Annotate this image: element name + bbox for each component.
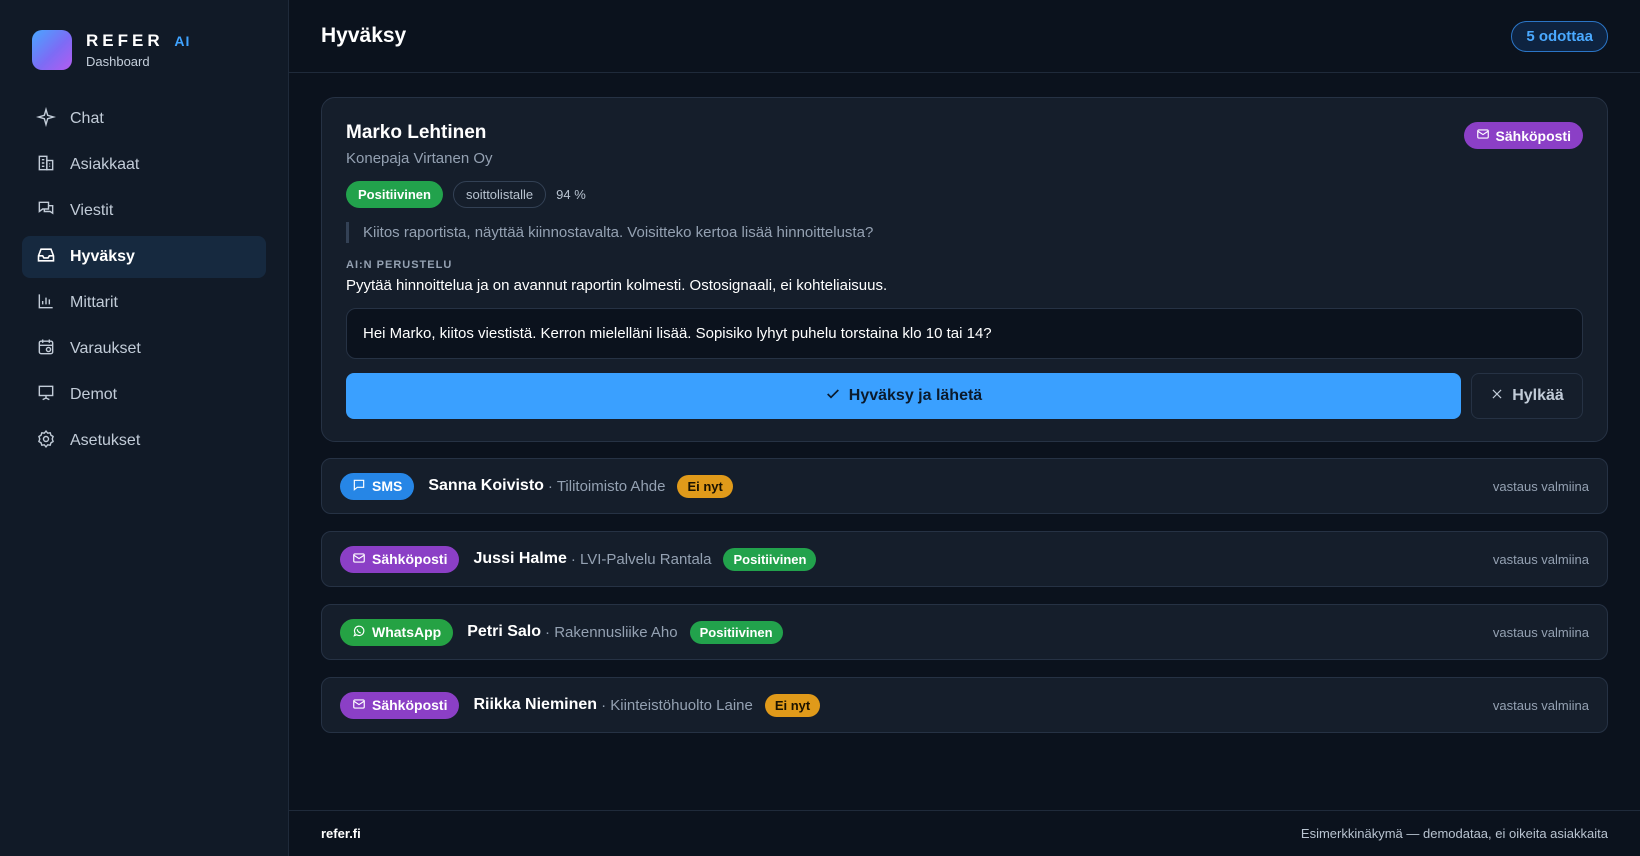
sidebar-item-viestit[interactable]: Viestit xyxy=(22,190,266,232)
brand[interactable]: REFER AI Dashboard xyxy=(22,30,266,70)
incoming-message: Kiitos raportista, näyttää kiinnostavalt… xyxy=(346,222,1583,243)
row-status: vastaus valmiina xyxy=(1492,697,1589,713)
mail-icon xyxy=(352,697,366,714)
chat-bubble-icon xyxy=(352,478,366,495)
brand-logo xyxy=(32,30,72,70)
whatsapp-icon xyxy=(352,624,366,641)
contact-name: Sanna Koivisto xyxy=(428,477,544,494)
bar-chart-icon xyxy=(36,291,56,316)
sentiment-badge: Positiivinen xyxy=(723,547,817,571)
page-title: Hyväksy xyxy=(321,24,407,47)
queue-row[interactable]: Sähköposti Riikka Nieminen · Kiinteistöh… xyxy=(321,677,1608,733)
category-tag: soittolistalle xyxy=(452,181,547,208)
sidebar: REFER AI Dashboard Chat Asiakkaat Viesti… xyxy=(0,0,289,856)
contact-name: Marko Lehtinen xyxy=(346,122,487,143)
channel-badge: Sähköposti xyxy=(340,545,460,573)
sidebar-item-asiakkaat[interactable]: Asiakkaat xyxy=(22,144,266,186)
row-status: vastaus valmiina xyxy=(1492,551,1589,567)
close-icon xyxy=(1490,387,1504,406)
reason-text: Pyytää hinnoittelua ja on avannut raport… xyxy=(346,277,888,294)
sidebar-item-mittarit[interactable]: Mittarit xyxy=(22,282,266,324)
contact-name: Petri Salo xyxy=(467,623,542,640)
contact-name: Riikka Nieminen xyxy=(473,696,598,713)
approve-send-button[interactable]: Hyväksy ja lähetä xyxy=(346,373,1461,419)
sidebar-item-hyvaksy[interactable]: Hyväksy xyxy=(22,236,266,278)
reject-button[interactable]: Hylkää xyxy=(1471,373,1583,419)
contact-company: · Rakennusliike Aho xyxy=(545,623,678,641)
contact-name: Jussi Halme xyxy=(473,550,567,567)
confidence-score: 94 % xyxy=(556,187,586,202)
content: Marko Lehtinen Konepaja Virtanen Oy Sähk… xyxy=(289,73,1640,810)
sidebar-item-varaukset[interactable]: Varaukset xyxy=(22,328,266,370)
channel-badge: WhatsApp xyxy=(340,618,454,646)
contact-company: · Kiinteistöhuolto Laine xyxy=(601,696,753,714)
sentiment-badge: Positiivinen xyxy=(346,181,443,208)
featured-card: Marko Lehtinen Konepaja Virtanen Oy Sähk… xyxy=(321,97,1608,442)
channel-badge: Sähköposti xyxy=(340,691,460,719)
inbox-icon xyxy=(36,245,56,270)
messages-icon xyxy=(36,199,56,224)
sidebar-item-chat[interactable]: Chat xyxy=(22,98,266,140)
brand-name: REFER AI xyxy=(86,31,191,50)
footer-note: Esimerkkinäkymä — demodataa, ei oikeita … xyxy=(1300,826,1608,841)
sidebar-item-asetukset[interactable]: Asetukset xyxy=(22,420,266,462)
queue-row[interactable]: SMS Sanna Koivisto · Tilitoimisto Ahde E… xyxy=(321,458,1608,514)
reply-draft[interactable]: Hei Marko, kiitos viestistä. Kerron miel… xyxy=(346,308,1583,359)
channel-badge: Sähköposti xyxy=(1463,122,1583,149)
calendar-icon xyxy=(36,337,56,362)
tags: Positiivinen soittolistalle 94 % xyxy=(346,181,1583,208)
sentiment-badge: Ei nyt xyxy=(764,693,821,717)
row-status: vastaus valmiina xyxy=(1492,478,1589,494)
footer-link[interactable]: refer.fi xyxy=(321,826,361,841)
mail-icon xyxy=(1476,127,1490,144)
mail-icon xyxy=(352,551,366,568)
queue-row[interactable]: Sähköposti Jussi Halme · LVI-Palvelu Ran… xyxy=(321,531,1608,587)
contact-company: · LVI-Palvelu Rantala xyxy=(570,550,712,568)
queue-row[interactable]: WhatsApp Petri Salo · Rakennusliike Aho … xyxy=(321,604,1608,660)
presentation-icon xyxy=(36,383,56,408)
topbar: Hyväksy 5 odottaa xyxy=(289,0,1640,73)
sentiment-badge: Ei nyt xyxy=(677,474,733,498)
gear-icon xyxy=(36,429,56,454)
reason-label: AI:N PERUSTELU xyxy=(346,259,453,271)
actions: Hyväksy ja lähetä Hylkää xyxy=(346,373,1583,419)
main: Hyväksy 5 odottaa Marko Lehtinen Konepaj… xyxy=(289,0,1640,856)
channel-badge: SMS xyxy=(340,472,415,500)
row-status: vastaus valmiina xyxy=(1492,624,1589,640)
contact-company: Konepaja Virtanen Oy xyxy=(346,150,493,167)
check-icon xyxy=(825,386,841,407)
building-icon xyxy=(36,153,56,178)
contact-company: · Tilitoimisto Ahde xyxy=(547,477,666,495)
pending-badge[interactable]: 5 odottaa xyxy=(1511,20,1608,52)
sidebar-item-demot[interactable]: Demot xyxy=(22,374,266,416)
brand-sub: Dashboard xyxy=(86,54,150,69)
sentiment-badge: Positiivinen xyxy=(689,620,783,644)
footer: refer.fi Esimerkkinäkymä — demodataa, ei… xyxy=(289,810,1640,856)
sparkle-icon xyxy=(35,106,57,132)
